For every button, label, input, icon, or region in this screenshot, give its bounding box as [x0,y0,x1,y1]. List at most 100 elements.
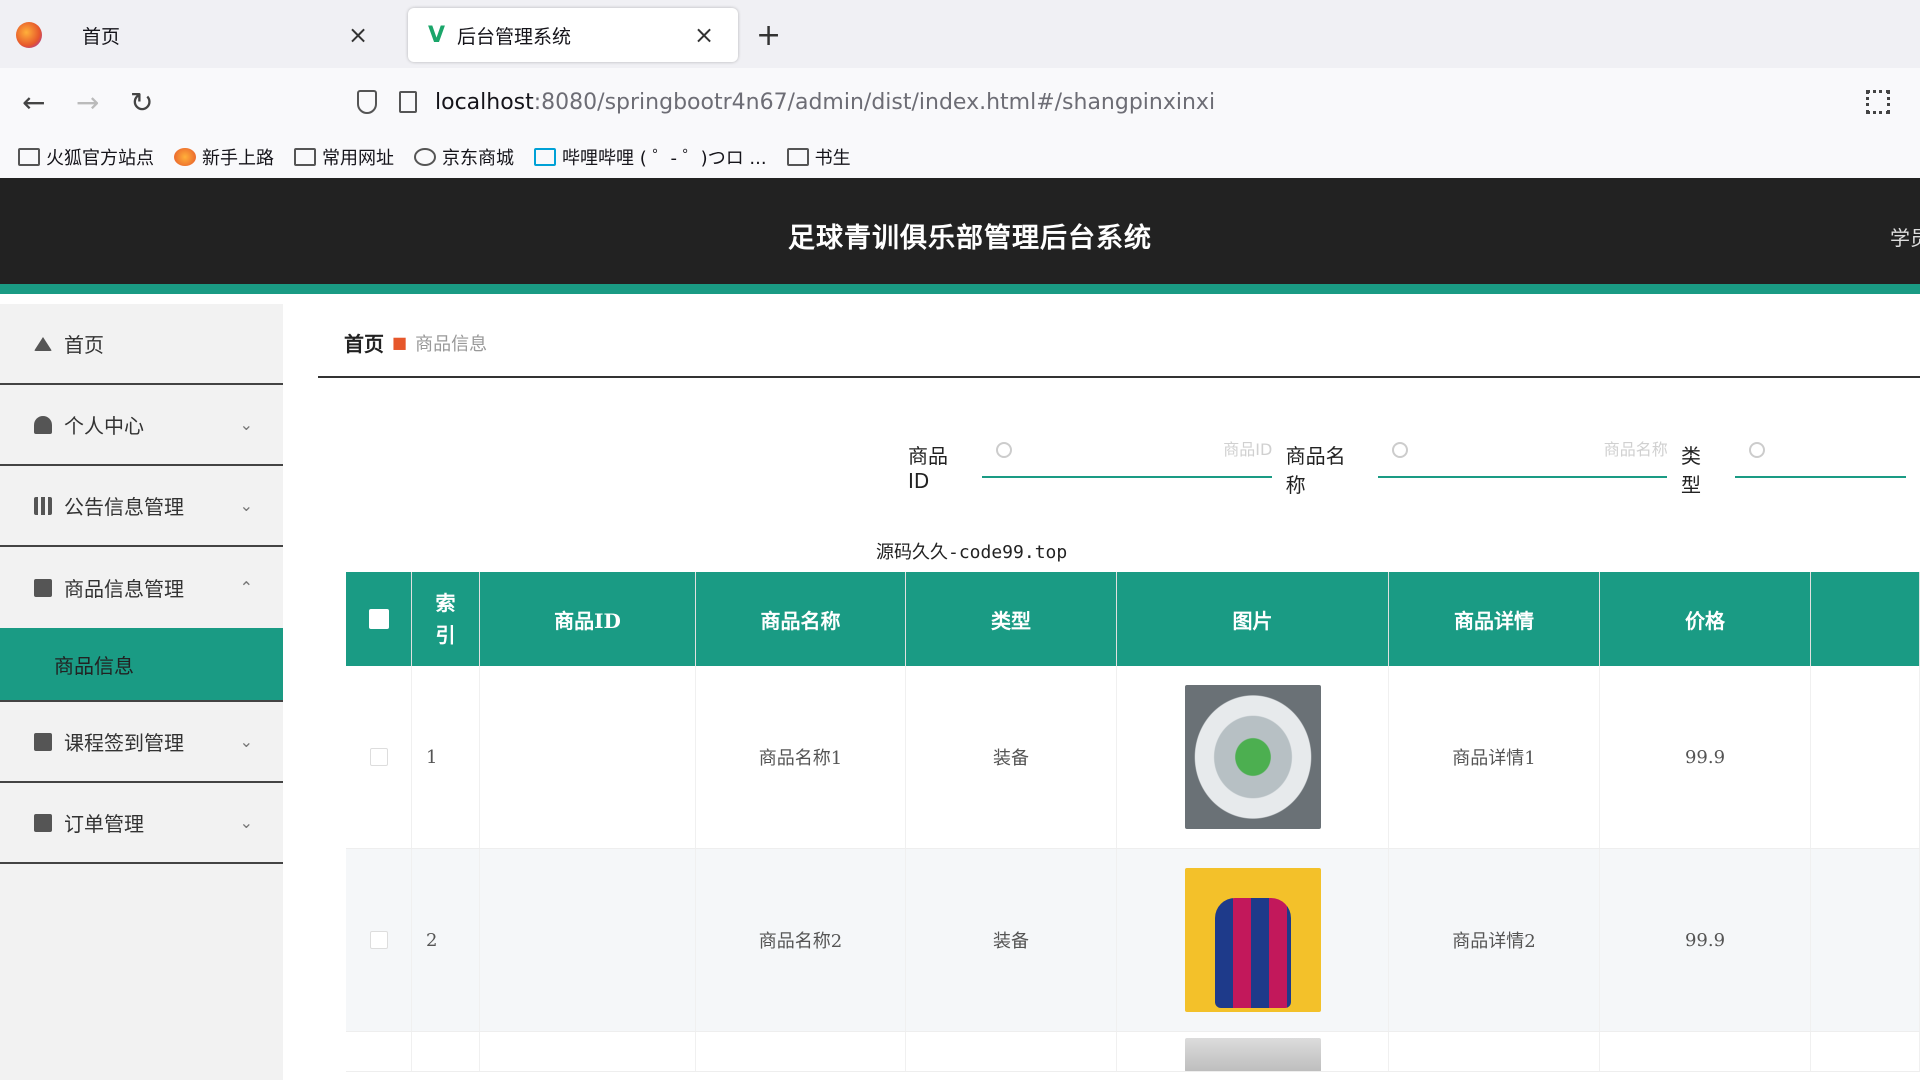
sidebar-subitem-product-info[interactable]: 商品信息 [0,628,283,702]
search-label: 商品名称 [1285,444,1346,497]
user-menu[interactable]: 学员 [1890,222,1920,251]
row-select[interactable] [346,849,412,1031]
new-tab-button[interactable]: + [756,18,781,53]
forward-icon[interactable]: → [76,86,99,119]
cell-detail [1389,1032,1600,1071]
shield-icon[interactable] [357,90,377,114]
browser-tabbar: 首页 × V 后台管理系统 × + [0,0,1920,68]
product-id-field[interactable] [1022,440,1273,459]
page-icon[interactable] [399,91,417,113]
bookmark-item[interactable]: 书生 [786,144,851,170]
address-bar[interactable]: localhost:8080/springbootr4n67/admin/dis… [345,78,1865,126]
close-tab-icon[interactable]: × [344,21,372,49]
source-note: 源码久久-code99.top [876,542,1068,563]
main-content: 首页 ■ 商品信息 商品ID 商品名称 类型 源码久久-code99.top [318,304,1920,1080]
tab-admin[interactable]: V 后台管理系统 × [408,8,738,62]
table-header: 索引 商品ID 商品名称 类型 图片 商品详情 价格 [346,572,1920,666]
app-header: 足球青训俱乐部管理后台系统 学员 [0,178,1920,294]
back-icon[interactable]: ← [22,86,45,119]
sidebar-item-products[interactable]: 商品信息管理 ⌃ [0,547,283,628]
chevron-down-icon: ⌄ [239,813,253,832]
column-header: 商品详情 [1389,572,1600,666]
table-row: 2 商品名称2 装备 商品详情2 99.9 [346,849,1920,1032]
column-header-extra [1811,572,1920,666]
cell-image [1117,849,1389,1031]
folder-icon [18,148,40,166]
row-select [346,1032,412,1071]
chevron-up-icon: ⌃ [239,578,253,597]
folder-icon [786,148,809,166]
search-group-name: 商品名称 [1285,434,1668,498]
reload-icon[interactable]: ↻ [130,86,153,119]
search-icon [1391,442,1408,458]
product-name-input[interactable] [1377,434,1668,478]
breadcrumb-divider [318,376,1920,378]
checkbox[interactable] [369,748,388,766]
header-select-all[interactable] [346,572,412,666]
breadcrumb-home[interactable]: 首页 [344,328,384,357]
product-image[interactable] [1184,868,1321,1012]
cell-price: 99.9 [1600,666,1811,848]
sidebar-item-label: 首页 [64,333,104,357]
cell-type: 装备 [906,666,1117,848]
cell-index: 1 [412,666,480,848]
checkbox[interactable] [368,609,389,629]
product-image[interactable] [1184,1037,1321,1071]
bookmark-label: 哔哩哔哩 ( ゜- ゜)つロ ... [562,148,767,169]
sidebar-item-label: 订单管理 [64,812,144,836]
bilibili-icon [534,148,556,166]
search-form: 商品ID 商品名称 类型 [908,434,1920,498]
type-input[interactable] [1734,434,1906,478]
cell-index [412,1032,480,1071]
url-host: localhost [435,89,534,115]
table-row: 1 商品名称1 装备 商品详情1 99.9 [346,666,1920,849]
cell-id [480,666,696,848]
bookmark-item[interactable]: 哔哩哔哩 ( ゜- ゜)つロ ... [534,144,767,170]
column-header: 类型 [906,572,1117,666]
search-label: 类型 [1680,444,1701,497]
search-label: 商品ID [908,444,948,493]
row-select[interactable] [346,666,412,848]
checkbox[interactable] [369,931,388,949]
column-header: 商品名称 [696,572,906,666]
sidebar-item-label: 商品信息管理 [64,577,184,601]
product-id-input[interactable] [982,434,1273,478]
column-header: 商品ID [480,572,696,666]
sidebar-item-checkin[interactable]: 课程签到管理 ⌄ [0,702,283,783]
bookmark-item[interactable]: 新手上路 [174,144,274,170]
sidebar-item-personal-center[interactable]: 个人中心 ⌄ [0,385,283,466]
breadcrumb-current: 商品信息 [415,333,488,355]
clipboard-icon [34,732,52,751]
cell-type: 装备 [906,849,1117,1031]
bookmark-label: 新手上路 [202,148,274,169]
cell-id [480,849,696,1031]
sidebar-item-label: 个人中心 [64,414,144,438]
bookmark-label: 书生 [814,148,851,169]
search-group-id: 商品ID [908,434,1273,493]
cell-id [480,1032,696,1071]
browser-navbar: ← → ↻ localhost:8080/springbootr4n67/adm… [0,68,1920,136]
sidebar-item-home[interactable]: 首页 [0,304,283,385]
cell-image [1117,666,1389,848]
tab-home[interactable]: 首页 × [62,8,392,62]
bookmark-item[interactable]: 常用网址 [294,144,394,170]
sidebar-item-announcements[interactable]: 公告信息管理 ⌄ [0,466,283,547]
column-header: 索引 [412,572,480,666]
chevron-down-icon: ⌄ [239,496,253,515]
bookmark-item[interactable]: 京东商城 [414,144,514,170]
product-table: 索引 商品ID 商品名称 类型 图片 商品详情 价格 1 商品名称1 装备 商品… [346,572,1920,1072]
qr-code-icon[interactable] [1866,90,1890,114]
product-image[interactable] [1184,685,1321,829]
briefcase-icon [34,813,52,832]
folder-icon [294,148,316,166]
product-name-field[interactable] [1417,440,1668,459]
firefox-icon[interactable] [16,22,42,48]
bookmark-label: 火狐官方站点 [46,148,154,169]
home-icon [34,336,52,351]
app-title: 足球青训俱乐部管理后台系统 [788,223,1152,254]
close-tab-icon[interactable]: × [690,21,718,49]
sidebar-item-orders[interactable]: 订单管理 ⌄ [0,783,283,864]
bookmark-item[interactable]: 火狐官方站点 [18,144,154,170]
globe-icon [414,148,436,166]
cell-type [906,1032,1117,1071]
